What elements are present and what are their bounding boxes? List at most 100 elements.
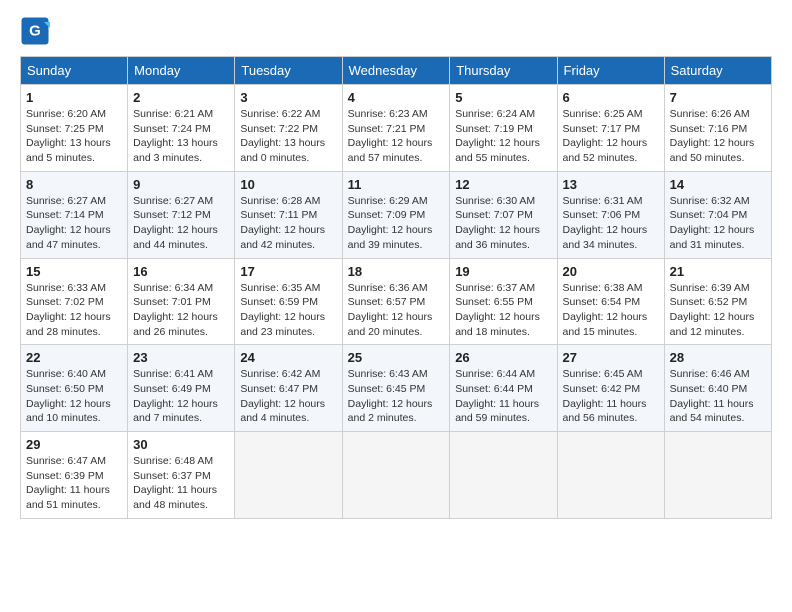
calendar-cell xyxy=(450,432,557,519)
day-number: 28 xyxy=(670,350,766,365)
day-number: 11 xyxy=(348,177,445,192)
cell-info: Sunrise: 6:44 AMSunset: 6:44 PMDaylight:… xyxy=(455,367,551,426)
day-number: 2 xyxy=(133,90,229,105)
calendar-cell: 13 Sunrise: 6:31 AMSunset: 7:06 PMDayligh… xyxy=(557,171,664,258)
day-number: 18 xyxy=(348,264,445,279)
calendar-cell: 9Sunrise: 6:27 AMSunset: 7:12 PMDaylight… xyxy=(128,171,235,258)
calendar-cell xyxy=(557,432,664,519)
cell-info: Sunrise: 6:45 AMSunset: 6:42 PMDaylight:… xyxy=(563,367,659,426)
cell-info: Sunrise: 6:31 AMSunset: 7:06 PMDaylight:… xyxy=(563,194,659,253)
calendar-cell: 25 Sunrise: 6:43 AMSunset: 6:45 PMDayligh… xyxy=(342,345,450,432)
day-number: 30 xyxy=(133,437,229,452)
day-number: 26 xyxy=(455,350,551,365)
column-header-friday: Friday xyxy=(557,57,664,85)
cell-info: Sunrise: 6:43 AMSunset: 6:45 PMDaylight:… xyxy=(348,367,445,426)
calendar-cell: 16Sunrise: 6:34 AMSunset: 7:01 PMDayligh… xyxy=(128,258,235,345)
column-header-thursday: Thursday xyxy=(450,57,557,85)
calendar-cell: 18 Sunrise: 6:36 AMSunset: 6:57 PMDayligh… xyxy=(342,258,450,345)
column-header-tuesday: Tuesday xyxy=(235,57,342,85)
cell-info: Sunrise: 6:46 AMSunset: 6:40 PMDaylight:… xyxy=(670,367,766,426)
day-number: 5 xyxy=(455,90,551,105)
calendar-cell: 5 Sunrise: 6:24 AMSunset: 7:19 PMDaylight… xyxy=(450,85,557,172)
column-header-wednesday: Wednesday xyxy=(342,57,450,85)
cell-info: Sunrise: 6:27 AMSunset: 7:14 PMDaylight:… xyxy=(26,194,122,253)
cell-info: Sunrise: 6:26 AMSunset: 7:16 PMDaylight:… xyxy=(670,107,766,166)
cell-info: Sunrise: 6:20 AMSunset: 7:25 PMDaylight:… xyxy=(26,107,122,166)
calendar-cell: 15 Sunrise: 6:33 AMSunset: 7:02 PMDayligh… xyxy=(21,258,128,345)
calendar-cell: 8 Sunrise: 6:27 AMSunset: 7:14 PMDaylight… xyxy=(21,171,128,258)
calendar-week-5: 29Sunrise: 6:47 AMSunset: 6:39 PMDayligh… xyxy=(21,432,772,519)
cell-info: Sunrise: 6:22 AMSunset: 7:22 PMDaylight:… xyxy=(240,107,336,166)
day-number: 24 xyxy=(240,350,336,365)
day-number: 23 xyxy=(133,350,229,365)
cell-info: Sunrise: 6:29 AMSunset: 7:09 PMDaylight:… xyxy=(348,194,445,253)
day-number: 3 xyxy=(240,90,336,105)
day-number: 25 xyxy=(348,350,445,365)
calendar-cell: 29Sunrise: 6:47 AMSunset: 6:39 PMDayligh… xyxy=(21,432,128,519)
day-number: 1 xyxy=(26,90,122,105)
calendar-cell xyxy=(342,432,450,519)
calendar-cell: 27 Sunrise: 6:45 AMSunset: 6:42 PMDayligh… xyxy=(557,345,664,432)
day-number: 27 xyxy=(563,350,659,365)
calendar-cell: 28 Sunrise: 6:46 AMSunset: 6:40 PMDayligh… xyxy=(664,345,771,432)
calendar-cell: 10 Sunrise: 6:28 AMSunset: 7:11 PMDayligh… xyxy=(235,171,342,258)
day-number: 8 xyxy=(26,177,122,192)
calendar-cell: 6 Sunrise: 6:25 AMSunset: 7:17 PMDaylight… xyxy=(557,85,664,172)
logo-icon: G xyxy=(20,16,50,46)
day-number: 6 xyxy=(563,90,659,105)
cell-info: Sunrise: 6:37 AMSunset: 6:55 PMDaylight:… xyxy=(455,281,551,340)
page-header: G xyxy=(20,16,772,46)
calendar-cell: 19 Sunrise: 6:37 AMSunset: 6:55 PMDayligh… xyxy=(450,258,557,345)
logo: G xyxy=(20,16,52,46)
day-number: 13 xyxy=(563,177,659,192)
cell-info: Sunrise: 6:40 AMSunset: 6:50 PMDaylight:… xyxy=(26,367,122,426)
calendar-week-2: 8 Sunrise: 6:27 AMSunset: 7:14 PMDaylight… xyxy=(21,171,772,258)
cell-info: Sunrise: 6:34 AMSunset: 7:01 PMDaylight:… xyxy=(133,281,229,340)
column-header-sunday: Sunday xyxy=(21,57,128,85)
cell-info: Sunrise: 6:41 AMSunset: 6:49 PMDaylight:… xyxy=(133,367,229,426)
calendar-cell: 23 Sunrise: 6:41 AMSunset: 6:49 PMDayligh… xyxy=(128,345,235,432)
cell-info: Sunrise: 6:36 AMSunset: 6:57 PMDaylight:… xyxy=(348,281,445,340)
day-number: 7 xyxy=(670,90,766,105)
cell-info: Sunrise: 6:32 AMSunset: 7:04 PMDaylight:… xyxy=(670,194,766,253)
cell-info: Sunrise: 6:38 AMSunset: 6:54 PMDaylight:… xyxy=(563,281,659,340)
calendar-cell: 12Sunrise: 6:30 AMSunset: 7:07 PMDayligh… xyxy=(450,171,557,258)
day-number: 22 xyxy=(26,350,122,365)
calendar-week-4: 22 Sunrise: 6:40 AMSunset: 6:50 PMDayligh… xyxy=(21,345,772,432)
calendar-cell: 1 Sunrise: 6:20 AMSunset: 7:25 PMDaylight… xyxy=(21,85,128,172)
calendar-week-3: 15 Sunrise: 6:33 AMSunset: 7:02 PMDayligh… xyxy=(21,258,772,345)
calendar-cell: 3 Sunrise: 6:22 AMSunset: 7:22 PMDaylight… xyxy=(235,85,342,172)
calendar-cell: 21Sunrise: 6:39 AMSunset: 6:52 PMDayligh… xyxy=(664,258,771,345)
calendar-cell: 17 Sunrise: 6:35 AMSunset: 6:59 PMDayligh… xyxy=(235,258,342,345)
calendar-cell: 11 Sunrise: 6:29 AMSunset: 7:09 PMDayligh… xyxy=(342,171,450,258)
day-number: 14 xyxy=(670,177,766,192)
cell-info: Sunrise: 6:35 AMSunset: 6:59 PMDaylight:… xyxy=(240,281,336,340)
cell-info: Sunrise: 6:28 AMSunset: 7:11 PMDaylight:… xyxy=(240,194,336,253)
column-header-saturday: Saturday xyxy=(664,57,771,85)
cell-info: Sunrise: 6:33 AMSunset: 7:02 PMDaylight:… xyxy=(26,281,122,340)
cell-info: Sunrise: 6:21 AMSunset: 7:24 PMDaylight:… xyxy=(133,107,229,166)
day-number: 19 xyxy=(455,264,551,279)
day-number: 12 xyxy=(455,177,551,192)
day-number: 10 xyxy=(240,177,336,192)
calendar-cell: 7 Sunrise: 6:26 AMSunset: 7:16 PMDaylight… xyxy=(664,85,771,172)
svg-text:G: G xyxy=(29,23,41,40)
calendar-cell: 20Sunrise: 6:38 AMSunset: 6:54 PMDayligh… xyxy=(557,258,664,345)
cell-info: Sunrise: 6:42 AMSunset: 6:47 PMDaylight:… xyxy=(240,367,336,426)
calendar-cell xyxy=(664,432,771,519)
cell-info: Sunrise: 6:23 AMSunset: 7:21 PMDaylight:… xyxy=(348,107,445,166)
day-number: 17 xyxy=(240,264,336,279)
cell-info: Sunrise: 6:47 AMSunset: 6:39 PMDaylight:… xyxy=(26,454,122,513)
cell-info: Sunrise: 6:39 AMSunset: 6:52 PMDaylight:… xyxy=(670,281,766,340)
calendar-cell: 2 Sunrise: 6:21 AMSunset: 7:24 PMDaylight… xyxy=(128,85,235,172)
calendar-cell: 22 Sunrise: 6:40 AMSunset: 6:50 PMDayligh… xyxy=(21,345,128,432)
cell-info: Sunrise: 6:25 AMSunset: 7:17 PMDaylight:… xyxy=(563,107,659,166)
day-number: 4 xyxy=(348,90,445,105)
calendar-cell: 30Sunrise: 6:48 AMSunset: 6:37 PMDayligh… xyxy=(128,432,235,519)
calendar-week-1: 1 Sunrise: 6:20 AMSunset: 7:25 PMDaylight… xyxy=(21,85,772,172)
calendar-cell: 26 Sunrise: 6:44 AMSunset: 6:44 PMDayligh… xyxy=(450,345,557,432)
cell-info: Sunrise: 6:24 AMSunset: 7:19 PMDaylight:… xyxy=(455,107,551,166)
day-number: 9 xyxy=(133,177,229,192)
calendar-table: SundayMondayTuesdayWednesdayThursdayFrid… xyxy=(20,56,772,519)
day-number: 15 xyxy=(26,264,122,279)
